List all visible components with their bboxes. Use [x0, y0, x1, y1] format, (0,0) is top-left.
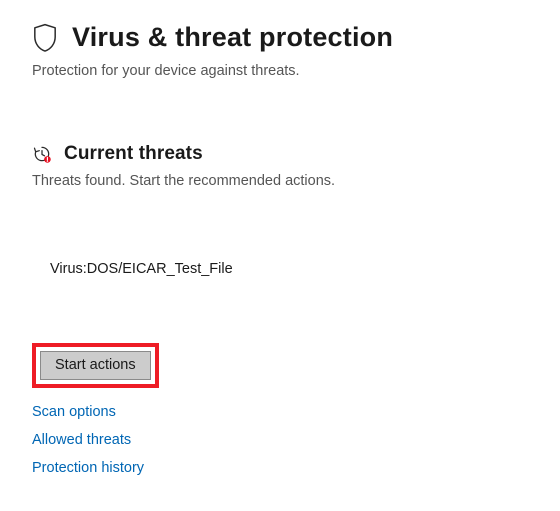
- section-title: Current threats: [64, 143, 203, 165]
- page-header: Virus & threat protection: [32, 22, 528, 53]
- section-header: Current threats: [32, 143, 528, 165]
- threat-item[interactable]: Virus:DOS/EICAR_Test_File: [50, 261, 528, 277]
- link-protection-history[interactable]: Protection history: [32, 460, 144, 476]
- current-threats-section: Current threats Threats found. Start the…: [32, 143, 528, 476]
- history-alert-icon: [32, 144, 52, 164]
- link-allowed-threats[interactable]: Allowed threats: [32, 432, 131, 448]
- page-subtitle: Protection for your device against threa…: [32, 63, 528, 79]
- section-subtitle: Threats found. Start the recommended act…: [32, 173, 528, 189]
- start-actions-button[interactable]: Start actions: [40, 351, 151, 380]
- page-title: Virus & threat protection: [72, 22, 393, 53]
- shield-icon: [32, 23, 58, 53]
- link-scan-options[interactable]: Scan options: [32, 404, 116, 420]
- related-links: Scan options Allowed threats Protection …: [32, 404, 528, 476]
- virus-threat-protection-page: Virus & threat protection Protection for…: [0, 0, 560, 492]
- annotation-highlight: Start actions: [32, 343, 159, 388]
